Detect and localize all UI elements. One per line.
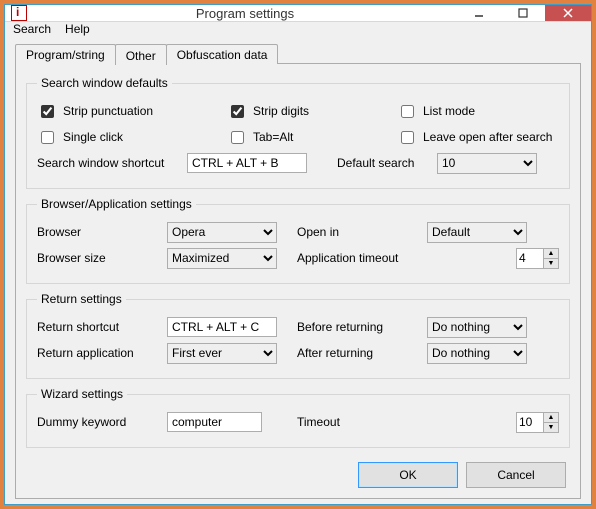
search-shortcut-input[interactable] bbox=[187, 153, 307, 173]
checkbox-single-click[interactable]: Single click bbox=[37, 128, 123, 147]
wizard-timeout-label: Timeout bbox=[297, 415, 340, 429]
default-search-label: Default search bbox=[337, 156, 414, 170]
checkbox-list-mode-input[interactable] bbox=[401, 105, 414, 118]
before-returning-label: Before returning bbox=[297, 320, 383, 334]
open-in-label: Open in bbox=[297, 225, 339, 239]
checkbox-strip-punctuation[interactable]: Strip punctuation bbox=[37, 102, 153, 121]
tabstrip: Program/string Other Obfuscation data bbox=[15, 42, 581, 64]
checkbox-strip-digits-label: Strip digits bbox=[253, 104, 309, 118]
app-timeout-spinner[interactable]: ▲▼ bbox=[516, 248, 559, 269]
checkbox-list-mode-label: List mode bbox=[423, 104, 475, 118]
window-title: Program settings bbox=[33, 6, 457, 21]
minimize-button[interactable] bbox=[457, 5, 501, 21]
menu-help[interactable]: Help bbox=[65, 22, 90, 36]
menubar: Search Help bbox=[5, 22, 591, 36]
group-wizard-legend: Wizard settings bbox=[37, 387, 127, 401]
group-return-settings: Return settings Return shortcut Before r… bbox=[26, 292, 570, 379]
checkbox-leave-open-label: Leave open after search bbox=[423, 130, 552, 144]
group-browser-legend: Browser/Application settings bbox=[37, 197, 196, 211]
after-returning-label: After returning bbox=[297, 346, 373, 360]
checkbox-strip-punctuation-label: Strip punctuation bbox=[63, 104, 153, 118]
checkbox-leave-open-input[interactable] bbox=[401, 131, 414, 144]
menu-search[interactable]: Search bbox=[13, 22, 51, 36]
dialog-buttons: OK Cancel bbox=[26, 456, 570, 488]
group-browser-settings: Browser/Application settings Browser Ope… bbox=[26, 197, 570, 284]
checkbox-tab-alt-input[interactable] bbox=[231, 131, 244, 144]
checkbox-tab-alt[interactable]: Tab=Alt bbox=[227, 128, 293, 147]
client-area: Program/string Other Obfuscation data Se… bbox=[5, 36, 591, 509]
group-search-defaults-legend: Search window defaults bbox=[37, 76, 172, 90]
tab-obfuscation-data[interactable]: Obfuscation data bbox=[166, 44, 279, 64]
browser-label: Browser bbox=[37, 225, 81, 239]
browser-size-select[interactable]: Maximized bbox=[167, 248, 277, 269]
default-search-select[interactable]: 10 bbox=[437, 153, 537, 174]
return-app-select[interactable]: First ever bbox=[167, 343, 277, 364]
after-returning-select[interactable]: Do nothing bbox=[427, 343, 527, 364]
return-shortcut-input[interactable] bbox=[167, 317, 277, 337]
return-shortcut-label: Return shortcut bbox=[37, 320, 119, 334]
before-returning-select[interactable]: Do nothing bbox=[427, 317, 527, 338]
titlebar[interactable]: Program settings bbox=[5, 5, 591, 22]
checkbox-single-click-label: Single click bbox=[63, 130, 123, 144]
window-controls bbox=[457, 5, 591, 21]
spinner-down-icon[interactable]: ▼ bbox=[544, 259, 558, 268]
checkbox-strip-digits[interactable]: Strip digits bbox=[227, 102, 309, 121]
checkbox-strip-digits-input[interactable] bbox=[231, 105, 244, 118]
ok-button[interactable]: OK bbox=[358, 462, 458, 488]
checkbox-tab-alt-label: Tab=Alt bbox=[253, 130, 293, 144]
checkbox-leave-open[interactable]: Leave open after search bbox=[397, 128, 552, 147]
spinner-up-icon[interactable]: ▲ bbox=[544, 249, 558, 259]
app-icon bbox=[11, 5, 27, 21]
app-timeout-label: Application timeout bbox=[297, 251, 398, 265]
open-in-select[interactable]: Default bbox=[427, 222, 527, 243]
tab-panel-other: Search window defaults Strip punctuation… bbox=[15, 63, 581, 499]
tab-program-string[interactable]: Program/string bbox=[15, 44, 116, 64]
wizard-timeout-spinner[interactable]: ▲▼ bbox=[516, 412, 559, 433]
cancel-button[interactable]: Cancel bbox=[466, 462, 566, 488]
tab-other[interactable]: Other bbox=[115, 44, 167, 65]
close-button[interactable] bbox=[545, 5, 591, 21]
maximize-button[interactable] bbox=[501, 5, 545, 21]
browser-select[interactable]: Opera bbox=[167, 222, 277, 243]
search-shortcut-label: Search window shortcut bbox=[37, 156, 164, 170]
wizard-timeout-input[interactable] bbox=[517, 413, 543, 432]
spinner-down-icon[interactable]: ▼ bbox=[544, 423, 558, 432]
checkbox-strip-punctuation-input[interactable] bbox=[41, 105, 54, 118]
spinner-up-icon[interactable]: ▲ bbox=[544, 413, 558, 423]
settings-window: Program settings Search Help Program/str… bbox=[4, 4, 592, 505]
checkbox-single-click-input[interactable] bbox=[41, 131, 54, 144]
return-app-label: Return application bbox=[37, 346, 134, 360]
group-return-legend: Return settings bbox=[37, 292, 126, 306]
app-timeout-input[interactable] bbox=[517, 249, 543, 268]
checkbox-list-mode[interactable]: List mode bbox=[397, 102, 475, 121]
group-search-defaults: Search window defaults Strip punctuation… bbox=[26, 76, 570, 189]
browser-size-label: Browser size bbox=[37, 251, 106, 265]
dummy-keyword-label: Dummy keyword bbox=[37, 415, 126, 429]
group-wizard-settings: Wizard settings Dummy keyword Timeout ▲▼ bbox=[26, 387, 570, 448]
dummy-keyword-input[interactable] bbox=[167, 412, 262, 432]
